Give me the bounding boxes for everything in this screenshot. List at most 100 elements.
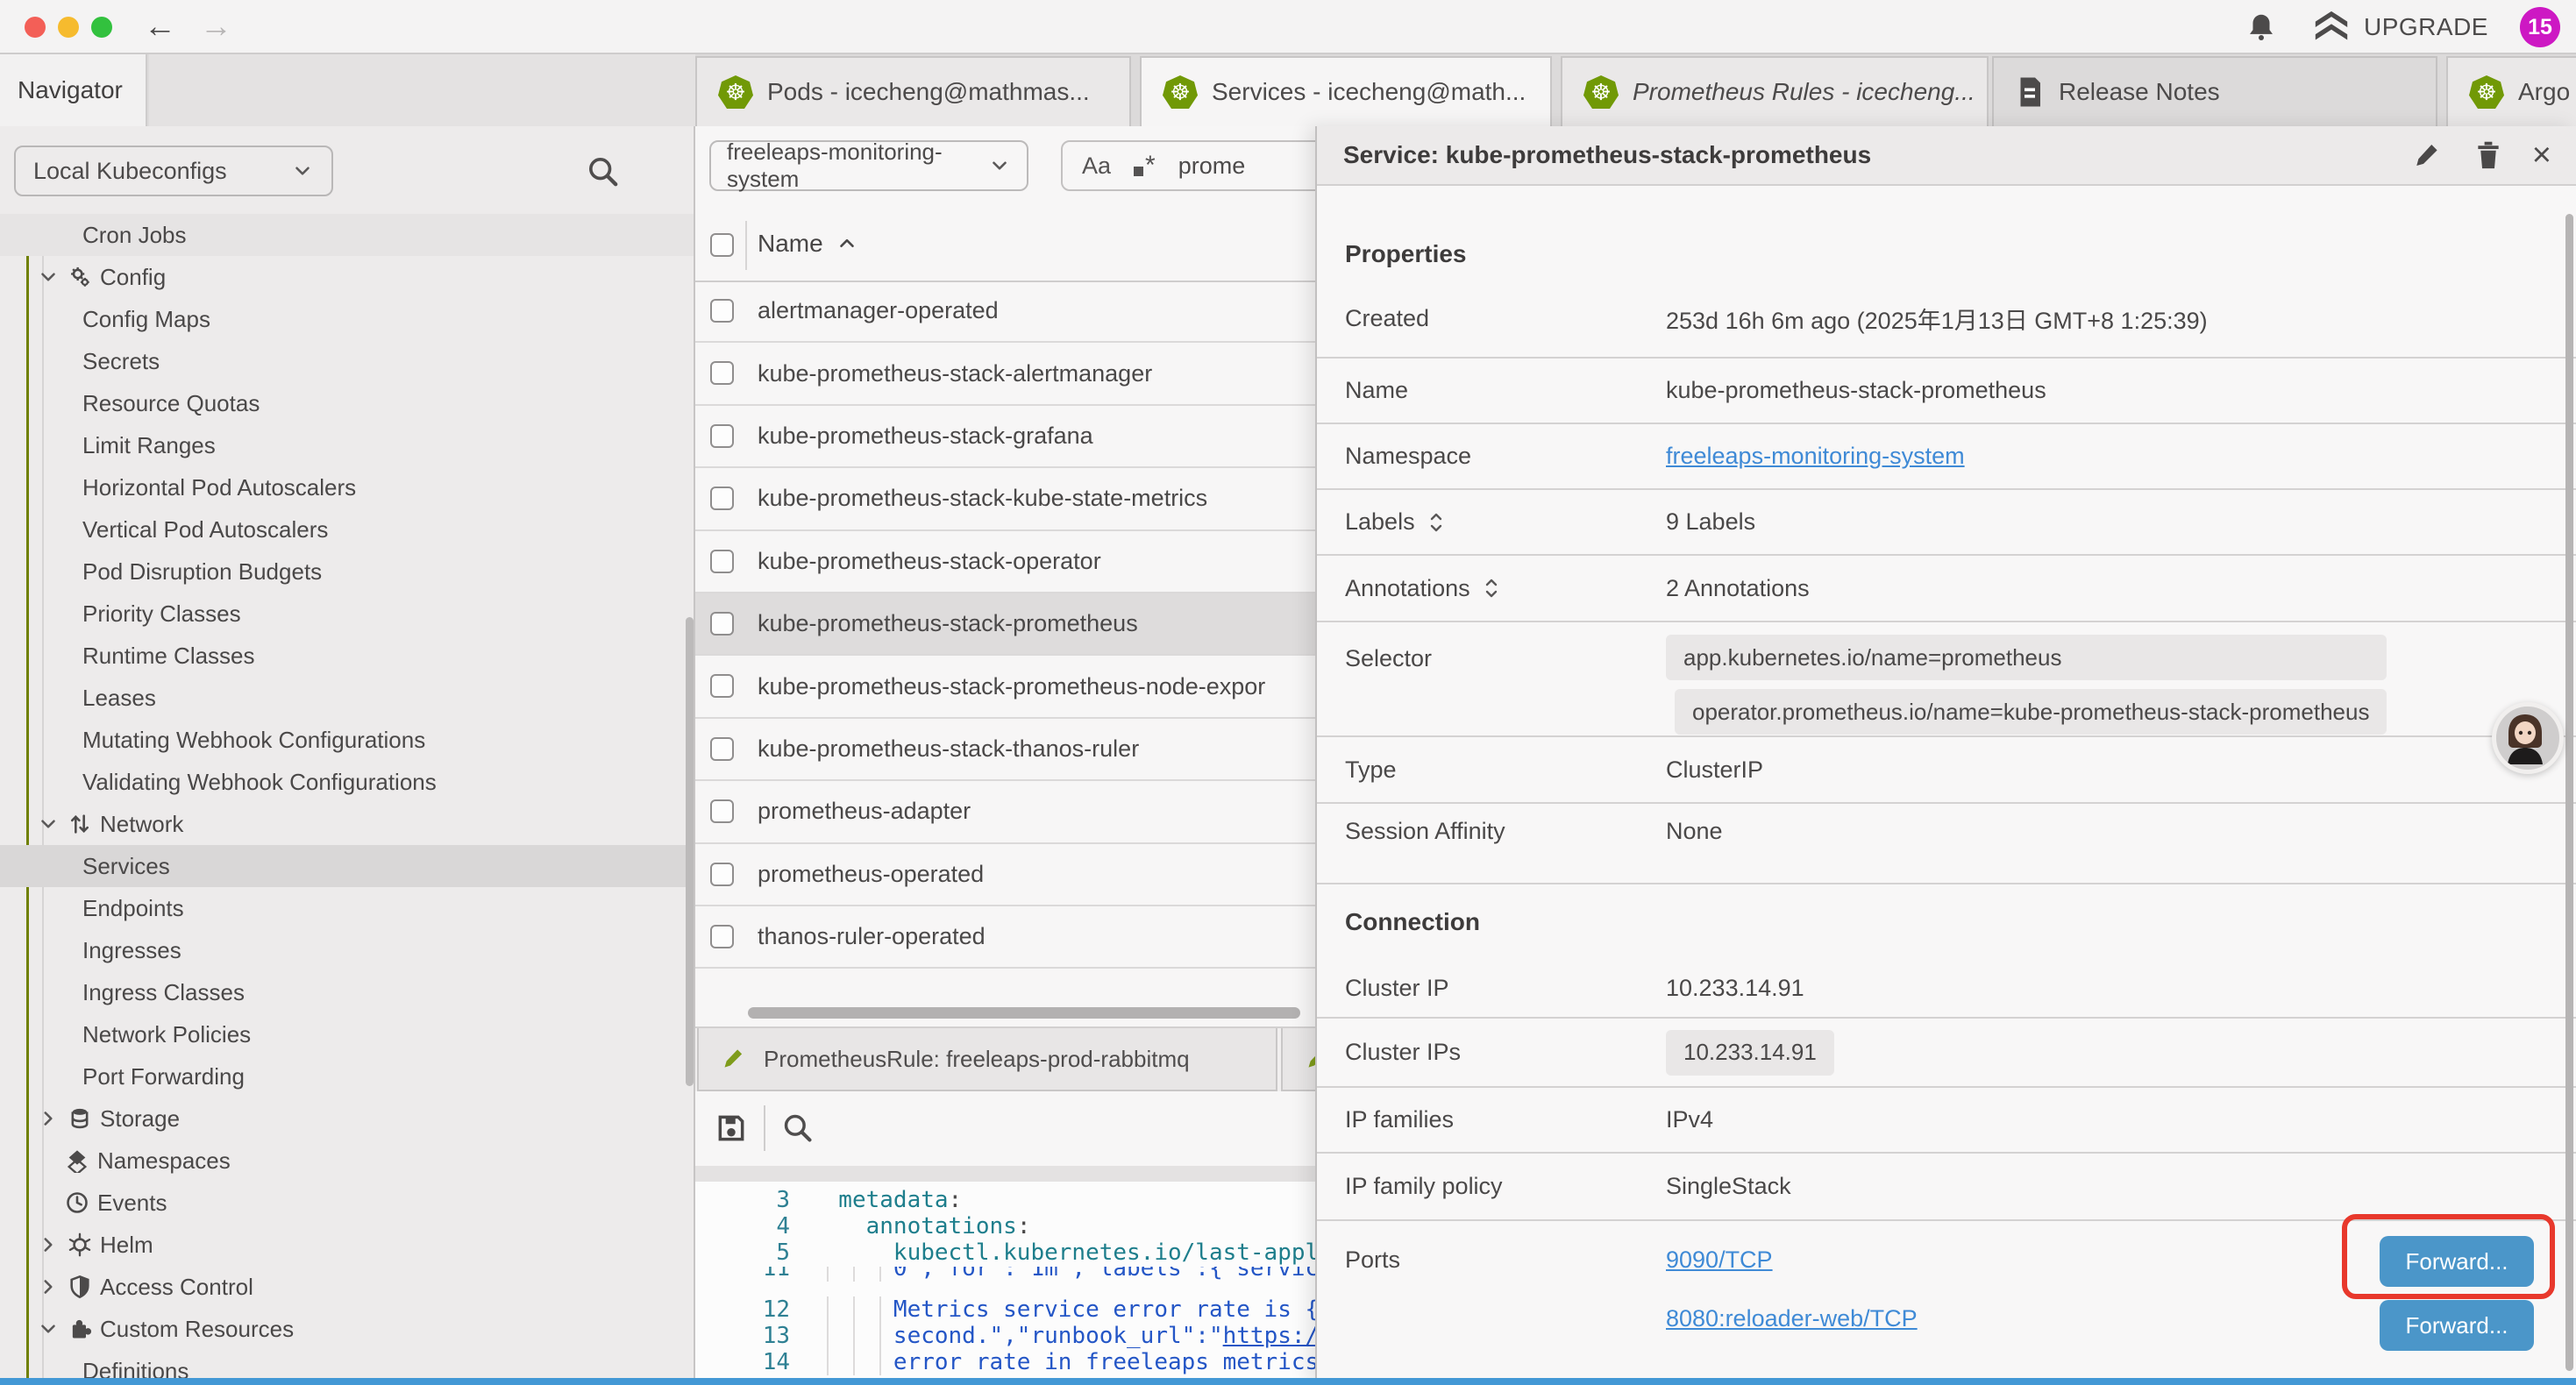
editor-tab-clipped[interactable]	[1281, 1028, 1315, 1091]
table-row[interactable]: prometheus-adapter	[695, 781, 1315, 843]
sidebar-item-priority-classes[interactable]: Priority Classes	[0, 593, 695, 635]
row-checkbox[interactable]	[710, 299, 734, 323]
namespace-select[interactable]: freeleaps-monitoring-system	[709, 140, 1028, 191]
sidebar-group-access-control[interactable]: Access Control	[0, 1266, 695, 1308]
sidebar-item-limit-ranges[interactable]: Limit Ranges	[0, 424, 695, 466]
sidebar-item-validating-webhook-configurations[interactable]: Validating Webhook Configurations	[0, 761, 695, 803]
table-row[interactable]: kube-prometheus-stack-operator	[695, 531, 1315, 593]
sidebar-item-secrets[interactable]: Secrets	[0, 340, 695, 382]
row-checkbox[interactable]	[710, 799, 734, 823]
navigator-panel-tab[interactable]: Navigator	[0, 54, 147, 126]
table-row[interactable]: kube-prometheus-stack-prometheus-node-ex…	[695, 656, 1315, 718]
row-checkbox[interactable]	[710, 925, 734, 948]
row-checkbox[interactable]	[710, 612, 734, 636]
sidebar-item-port-forwarding[interactable]: Port Forwarding	[0, 1055, 695, 1097]
tab-release-notes[interactable]: Release Notes	[1992, 56, 2437, 126]
sidebar-item-ingress-classes[interactable]: Ingress Classes	[0, 971, 695, 1013]
regex-toggle[interactable]: *	[1134, 151, 1156, 181]
sidebar-item-events[interactable]: Events	[0, 1182, 695, 1224]
sidebar-item-ingresses[interactable]: Ingresses	[0, 929, 695, 971]
forward-port-button[interactable]: Forward...	[2380, 1300, 2534, 1351]
window-close-button[interactable]	[25, 17, 46, 38]
kubeconfig-select[interactable]: Local Kubeconfigs	[14, 146, 333, 196]
horizontal-scrollbar[interactable]	[748, 1007, 1300, 1019]
sidebar-item-runtime-classes[interactable]: Runtime Classes	[0, 635, 695, 677]
editor-search-icon[interactable]	[781, 1112, 815, 1145]
match-case-toggle[interactable]: Aa	[1082, 153, 1111, 180]
delete-trash-icon[interactable]	[2474, 139, 2502, 171]
sidebar-item-namespaces[interactable]: Namespaces	[0, 1140, 695, 1182]
sidebar-group-storage[interactable]: Storage	[0, 1097, 695, 1140]
row-checkbox[interactable]	[710, 487, 734, 510]
expand-updown-icon[interactable]	[1426, 510, 1447, 535]
sidebar-item-vertical-pod-autoscalers[interactable]: Vertical Pod Autoscalers	[0, 508, 695, 550]
row-checkbox[interactable]	[710, 550, 734, 573]
window-bottom-accent	[0, 1378, 2576, 1385]
sidebar-item-mutating-webhook-configurations[interactable]: Mutating Webhook Configurations	[0, 719, 695, 761]
table-row[interactable]: thanos-ruler-operated	[695, 906, 1315, 969]
code-line-clipped: 11 0","for":"1m","labels":{"service":"	[695, 1267, 1315, 1282]
sidebar-group-helm[interactable]: Helm	[0, 1224, 695, 1266]
sidebar-item-config-maps[interactable]: Config Maps	[0, 298, 695, 340]
yaml-editor[interactable]: 3 metadata: 4 annotations: 5 kubectl.kub…	[695, 1182, 1315, 1378]
tab-prometheus-rules[interactable]: ☸ Prometheus Rules - icecheng...	[1561, 56, 1989, 126]
sidebar-scrollbar[interactable]	[686, 617, 694, 1086]
row-checkbox[interactable]	[710, 424, 734, 448]
close-icon[interactable]: ×	[2532, 138, 2551, 172]
filter-search-input[interactable]: Aa * prome	[1061, 140, 1315, 191]
sidebar-group-custom-resources[interactable]: Custom Resources	[0, 1308, 695, 1350]
row-checkbox[interactable]	[710, 737, 734, 761]
selector-chip: operator.prometheus.io/name=kube-prometh…	[1675, 689, 2387, 735]
sidebar-item-horizontal-pod-autoscalers[interactable]: Horizontal Pod Autoscalers	[0, 466, 695, 508]
port-link[interactable]: 8080:reloader-web/TCP	[1666, 1305, 1918, 1332]
port-link[interactable]: 9090/TCP	[1666, 1246, 1918, 1274]
kubernetes-icon: ☸	[1163, 75, 1198, 109]
table-row[interactable]: prometheus-operated	[695, 844, 1315, 906]
labels-row: Labels 9 Labels	[1317, 490, 2576, 556]
editor-tab-prometheusrule[interactable]: PrometheusRule: freeleaps-prod-rabbitmq	[697, 1028, 1277, 1091]
sidebar-item-network-policies[interactable]: Network Policies	[0, 1013, 695, 1055]
sidebar-item-leases[interactable]: Leases	[0, 677, 695, 719]
table-row[interactable]: kube-prometheus-stack-thanos-ruler	[695, 719, 1315, 781]
table-row[interactable]: alertmanager-operated	[695, 281, 1315, 343]
sidebar-item-pod-disruption-budgets[interactable]: Pod Disruption Budgets	[0, 550, 695, 593]
sidebar-search-icon[interactable]	[586, 154, 621, 189]
tab-strip: Navigator ☸ Pods - icecheng@mathmas... ☸…	[0, 54, 2576, 128]
sidebar-item-resource-quotas[interactable]: Resource Quotas	[0, 382, 695, 424]
window-zoom-button[interactable]	[91, 17, 112, 38]
details-scrollbar[interactable]	[2565, 214, 2573, 1371]
table-row[interactable]: kube-prometheus-stack-grafana	[695, 406, 1315, 468]
save-icon[interactable]	[715, 1112, 748, 1145]
tab-argo[interactable]: ☸ Argo Se	[2446, 56, 2576, 126]
tab-services[interactable]: ☸ Services - icecheng@math... ×	[1140, 56, 1552, 126]
select-all-checkbox[interactable]	[710, 233, 734, 257]
tab-close-icon[interactable]: ×	[1548, 76, 1552, 109]
tab-pods[interactable]: ☸ Pods - icecheng@mathmas...	[695, 56, 1131, 126]
table-row-selected[interactable]: kube-prometheus-stack-prometheus	[695, 593, 1315, 656]
back-button[interactable]: ←	[144, 4, 176, 49]
assistant-avatar[interactable]	[2492, 702, 2564, 774]
notifications-bell-icon[interactable]	[2245, 11, 2278, 44]
sidebar-group-network[interactable]: Network	[0, 803, 695, 845]
edit-pencil-icon[interactable]	[2413, 140, 2443, 170]
upgrade-icon[interactable]	[2311, 10, 2352, 45]
row-checkbox[interactable]	[710, 674, 734, 698]
window-minimize-button[interactable]	[58, 17, 79, 38]
notification-count-badge[interactable]: 15	[2520, 7, 2560, 47]
row-checkbox[interactable]	[710, 863, 734, 886]
sidebar-item-services[interactable]: Services	[0, 845, 695, 887]
namespace-link[interactable]: freeleaps-monitoring-system	[1666, 443, 1965, 470]
sidebar-item-endpoints[interactable]: Endpoints	[0, 887, 695, 929]
labels-count[interactable]: 9 Labels	[1666, 508, 1755, 536]
table-row[interactable]: kube-prometheus-stack-alertmanager	[695, 343, 1315, 405]
forward-button[interactable]: →	[200, 4, 232, 49]
table-row[interactable]: kube-prometheus-stack-kube-state-metrics	[695, 468, 1315, 530]
sidebar-group-config[interactable]: Config	[0, 256, 695, 298]
sidebar-item-cron-jobs[interactable]: Cron Jobs	[0, 214, 695, 256]
upgrade-label[interactable]: UPGRADE	[2364, 13, 2488, 41]
row-checkbox[interactable]	[710, 361, 734, 385]
annotations-count[interactable]: 2 Annotations	[1666, 575, 1810, 602]
name-column-header[interactable]: Name	[758, 230, 858, 258]
service-details-panel: Service: kube-prometheus-stack-prometheu…	[1315, 126, 2576, 1385]
expand-updown-icon[interactable]	[1481, 576, 1502, 600]
